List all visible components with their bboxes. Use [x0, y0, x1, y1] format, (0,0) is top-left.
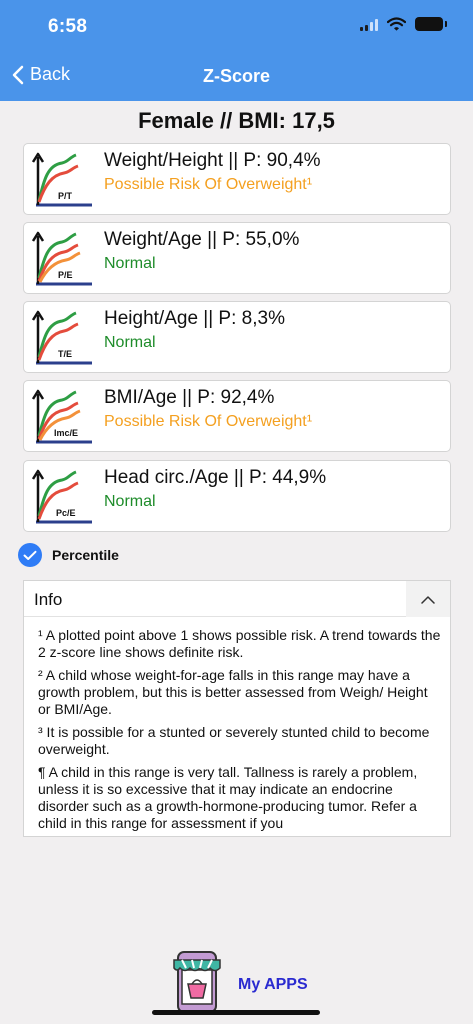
percentile-checkbox[interactable] [18, 543, 42, 567]
status-time: 6:58 [48, 16, 88, 37]
card-status: Possible Risk Of Overweight¹ [104, 413, 313, 430]
card-weight-age[interactable]: P/E Weight/Age || P: 55,0% Normal [23, 222, 451, 294]
icon-label: P/T [58, 191, 73, 201]
card-head-circ-age[interactable]: Pc/E Head circ./Age || P: 44,9% Normal [23, 460, 451, 532]
card-title: Weight/Age || P: 55,0% [104, 229, 300, 250]
card-status: Possible Risk Of Overweight¹ [104, 176, 313, 193]
card-title: Height/Age || P: 8,3% [104, 308, 285, 329]
icon-label: P/E [58, 270, 73, 280]
home-indicator [152, 1010, 320, 1015]
info-panel: Info ¹ A plotted point above 1 shows pos… [23, 580, 451, 837]
status-icons [360, 17, 447, 31]
info-paragraph: ¶ A child in this range is very tall. Ta… [38, 764, 418, 831]
growth-chart-icon: Imc/E [31, 389, 92, 444]
info-body: ¹ A plotted point above 1 shows possible… [24, 617, 450, 832]
card-weight-height[interactable]: P/T Weight/Height || P: 90,4% Possible R… [23, 143, 451, 215]
icon-label: T/E [58, 349, 72, 359]
collapse-button[interactable] [406, 581, 450, 617]
chevron-up-icon [421, 595, 435, 604]
card-bmi-age[interactable]: Imc/E BMI/Age || P: 92,4% Possible Risk … [23, 380, 451, 452]
growth-chart-icon: P/E [31, 231, 92, 286]
card-status: Normal [104, 255, 156, 272]
my-apps-button[interactable]: My APPS [168, 948, 308, 1014]
cellular-signal-icon [360, 18, 378, 31]
percentile-label: Percentile [52, 547, 119, 563]
icon-label: Pc/E [56, 508, 76, 518]
card-title: BMI/Age || P: 92,4% [104, 387, 275, 408]
checkmark-icon [23, 550, 37, 560]
card-status: Normal [104, 493, 156, 510]
card-height-age[interactable]: T/E Height/Age || P: 8,3% Normal [23, 301, 451, 373]
growth-chart-icon: Pc/E [31, 469, 92, 524]
info-header: Info [24, 581, 450, 617]
growth-chart-icon: T/E [31, 310, 92, 365]
icon-label: Imc/E [54, 428, 78, 438]
nav-title: Z-Score [202, 66, 271, 86]
card-title: Head circ./Age || P: 44,9% [104, 467, 327, 488]
card-status: Normal [104, 334, 156, 351]
info-paragraph: ³ It is possible for a stunted or severe… [38, 724, 430, 757]
growth-chart-icon: P/T [31, 152, 92, 207]
shop-phone-icon [173, 951, 221, 1013]
card-title: Weight/Height || P: 90,4% [104, 150, 321, 171]
info-paragraph: ² A child whose weight-for-age falls in … [38, 667, 428, 717]
my-apps-label: My APPS [238, 976, 308, 993]
info-paragraph: ¹ A plotted point above 1 shows possible… [38, 627, 441, 660]
battery-icon [415, 17, 447, 31]
info-title: Info [34, 590, 63, 609]
wifi-icon [387, 17, 406, 31]
nav-header: 6:58 Back Z-Score [0, 0, 473, 101]
percentile-toggle[interactable]: Percentile [18, 543, 119, 567]
page-title: Female // BMI: 17,5 [138, 108, 335, 133]
